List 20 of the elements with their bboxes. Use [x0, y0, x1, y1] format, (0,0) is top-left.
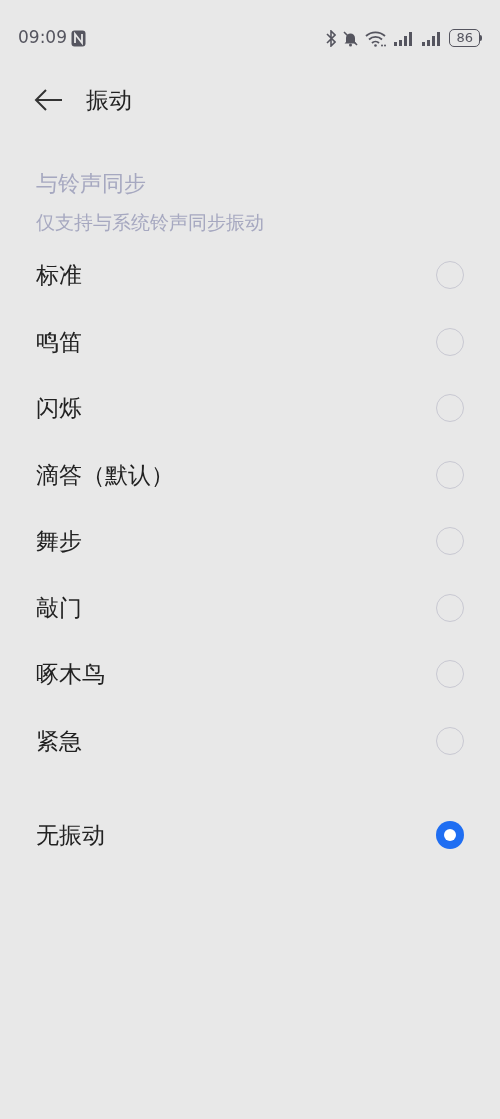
- radio-button[interactable]: [436, 821, 464, 850]
- option-label: 敲门: [36, 593, 82, 623]
- option-label: 鸣笛: [36, 327, 82, 357]
- nfc-icon: [71, 29, 86, 47]
- battery-level: 86: [449, 29, 480, 47]
- option-label: 紧急: [36, 726, 82, 756]
- bluetooth-icon: [326, 29, 337, 47]
- option-label: 滴答（默认）: [36, 460, 174, 490]
- status-time: 09:09: [18, 26, 67, 50]
- page-title: 振动: [86, 85, 132, 115]
- muted-bell-icon: [342, 29, 360, 47]
- option-label: 啄木鸟: [36, 660, 105, 689]
- option-label: 标准: [36, 261, 82, 290]
- wifi-icon: [365, 29, 388, 47]
- option-label: 闪烁: [36, 394, 82, 423]
- sync-description: 仅支持与系统铃声同步振动: [36, 210, 265, 235]
- back-icon[interactable]: [34, 88, 64, 112]
- sync-title: 与铃声同步: [36, 170, 147, 198]
- option-label: 无振动: [36, 821, 105, 850]
- option-label: 舞步: [36, 527, 82, 556]
